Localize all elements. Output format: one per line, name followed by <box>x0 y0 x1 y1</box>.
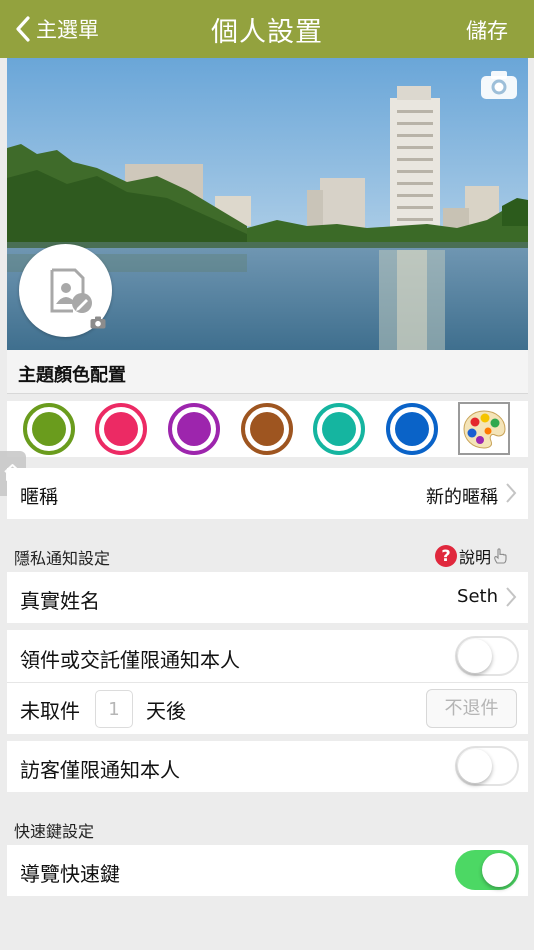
chevron-right-icon <box>506 483 517 503</box>
chevron-left-icon <box>16 16 30 42</box>
help-icon: ? <box>434 545 457 567</box>
real-name-row[interactable]: 真實姓名 Seth <box>7 572 528 623</box>
toggle-knob <box>458 749 492 783</box>
nav-shortcut-toggle[interactable] <box>455 850 519 890</box>
toggle-knob <box>458 639 492 673</box>
tap-hand-icon <box>494 548 507 564</box>
swatch-pink[interactable] <box>95 403 147 455</box>
unclaimed-days-input[interactable]: 1 <box>95 690 133 728</box>
nav-shortcut-label: 導覽快速鍵 <box>20 862 120 886</box>
nickname-label: 暱稱 <box>20 486 59 508</box>
back-button[interactable]: 主選單 <box>14 12 99 46</box>
help-label: 說明 <box>458 548 491 567</box>
visitor-notify-row: 訪客僅限通知本人 <box>7 741 528 792</box>
unclaimed-suffix-label: 天後 <box>146 699 186 723</box>
swatch-green[interactable] <box>23 403 75 455</box>
privacy-section-label: 隱私通知設定 <box>14 549 111 568</box>
toggle-knob <box>482 853 516 887</box>
swatch-purple[interactable] <box>168 403 220 455</box>
parcel-notify-label: 領件或交託僅限通知本人 <box>20 648 240 672</box>
custom-color-button[interactable] <box>458 402 510 455</box>
swatch-blue[interactable] <box>386 403 438 455</box>
cover-photo[interactable] <box>7 58 528 350</box>
parcel-notify-group: 領件或交託僅限通知本人 未取件 1 天後 不退件 <box>7 630 528 734</box>
shortcut-section-label: 快速鍵設定 <box>14 822 95 841</box>
swatch-teal[interactable] <box>313 403 365 455</box>
visitor-notify-label: 訪客僅限通知本人 <box>20 758 180 782</box>
theme-swatch-bar <box>7 401 528 457</box>
nickname-value: 新的暱稱 <box>426 487 498 508</box>
avatar[interactable] <box>19 244 112 337</box>
back-button-label: 主選單 <box>36 18 99 42</box>
navigation-bar: 主選單 個人設置 儲存 <box>0 0 534 58</box>
save-button[interactable]: 儲存 <box>466 15 508 45</box>
help-button[interactable]: ? 說明 <box>434 544 508 568</box>
swatch-brown[interactable] <box>241 403 293 455</box>
nav-shortcut-row: 導覽快速鍵 <box>7 845 528 896</box>
palette-icon <box>463 410 506 449</box>
real-name-value: Seth <box>457 586 498 607</box>
edit-profile-doc-icon <box>50 268 92 313</box>
theme-color-header: 主題顏色配置 <box>7 350 528 394</box>
chevron-right-icon <box>506 587 517 607</box>
parcel-notify-toggle[interactable] <box>455 636 519 676</box>
camera-icon <box>90 316 106 329</box>
theme-color-title: 主題顏色配置 <box>18 365 126 386</box>
unclaimed-prefix-label: 未取件 <box>20 699 80 723</box>
visitor-notify-toggle[interactable] <box>455 746 519 786</box>
unclaimed-row: 未取件 1 天後 不退件 <box>7 682 528 734</box>
real-name-label: 真實姓名 <box>20 589 100 613</box>
camera-icon[interactable] <box>480 70 518 100</box>
nickname-row[interactable]: 暱稱 新的暱稱 <box>7 468 528 519</box>
no-return-button[interactable]: 不退件 <box>426 689 517 728</box>
